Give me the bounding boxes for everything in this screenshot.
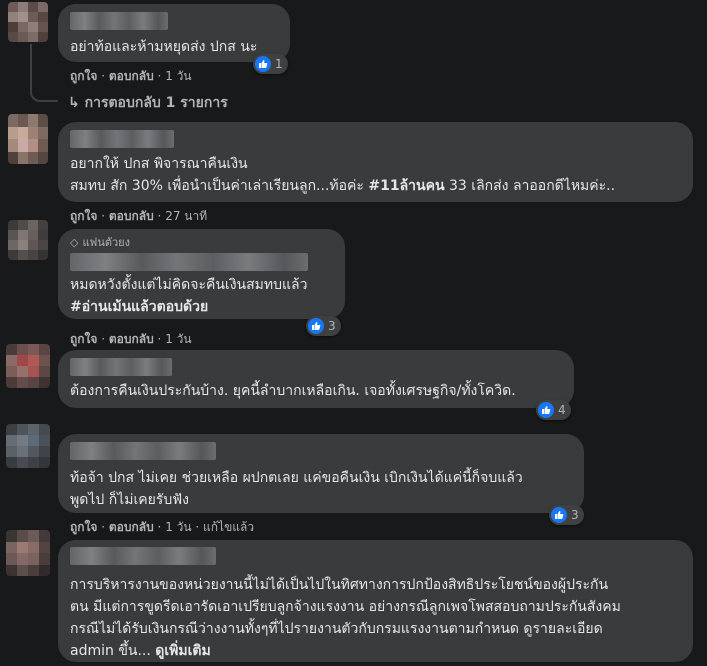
see-more-link[interactable]: ดูเพิ่มเติม (155, 643, 210, 659)
reaction-count[interactable]: 3 (549, 505, 584, 525)
comment-bubble: ท้อจ้า ปกส ไม่เคย ช่วยเหลือ ผปกตเลย แค่ข… (58, 434, 584, 513)
reaction-count[interactable]: 1 (253, 54, 288, 74)
reaction-count[interactable]: 4 (536, 400, 571, 420)
timestamp[interactable]: 27 นาที (165, 209, 207, 223)
like-button[interactable]: ถูกใจ (70, 332, 97, 346)
comment-text: ท้อจ้า ปกส ไม่เคย ช่วยเหลือ ผปกตเลย แค่ข… (70, 470, 523, 486)
comment-bubble: อย่าท้อและห้ามหยุดส่ง ปกส นะ (58, 4, 290, 62)
like-button[interactable]: ถูกใจ (70, 520, 97, 534)
edited-label[interactable]: แก้ไขแล้ว (203, 520, 254, 534)
comment-bubble: อยากให้ ปกส พิจารณาคืนเงิน สมทบ สัก 30% … (58, 122, 693, 202)
avatar[interactable] (8, 114, 48, 164)
comment-text: หมดหวังตั้งแต่ไม่คิดจะคืนเงินสมทบแล้ว (70, 277, 308, 293)
comment-text: การบริหารงานของหน่วยงานนี้ไม่ได้เป็นไปใน… (70, 577, 609, 593)
author-name[interactable] (70, 547, 216, 565)
top-fan-badge[interactable]: ◇ แฟนตัวยง (70, 235, 333, 250)
avatar[interactable] (6, 344, 50, 388)
like-icon (551, 507, 567, 523)
reaction-count[interactable]: 3 (306, 316, 341, 336)
view-replies-link[interactable]: ↳ การตอบกลับ 1 รายการ (68, 92, 228, 114)
reply-arrow-icon: ↳ (68, 95, 80, 111)
comment-bubble: ◇ แฟนตัวยง หมดหวังตั้งแต่ไม่คิดจะคืนเงิน… (58, 229, 345, 319)
comment-actions: ถูกใจ · ตอบกลับ · 1 วัน (70, 69, 192, 83)
like-icon (308, 318, 324, 334)
reply-button[interactable]: ตอบกลับ (109, 209, 154, 223)
like-button[interactable]: ถูกใจ (70, 209, 97, 223)
comment-text-line: admin ขึ้น... ดูเพิ่มเติม (70, 643, 211, 659)
avatar[interactable] (6, 424, 50, 468)
timestamp[interactable]: 1 วัน (165, 69, 191, 83)
hashtag-link[interactable]: #11ล้านคน (368, 178, 444, 194)
reply-button[interactable]: ตอบกลับ (109, 520, 154, 534)
timestamp[interactable]: 1 วัน (165, 520, 191, 534)
like-icon (255, 56, 271, 72)
comment-text-line: ตน มีแต่การขูดรีดเอารัดเอาเปรียบลูกจ้างแ… (70, 599, 621, 615)
comment-text-line: พูดไป ก็ไม่เคยรับฟัง (70, 492, 189, 508)
avatar[interactable] (6, 530, 50, 576)
reply-button[interactable]: ตอบกลับ (109, 332, 154, 346)
like-button[interactable]: ถูกใจ (70, 69, 97, 83)
reply-button[interactable]: ตอบกลับ (109, 69, 154, 83)
comment-text-line: สมทบ สัก 30% เพื่อนำเป็นค่าเล่าเรียนลูก.… (70, 178, 616, 194)
comment-text: อย่าท้อและห้ามหยุดส่ง ปกส นะ (70, 39, 258, 55)
timestamp[interactable]: 1 วัน (165, 332, 191, 346)
comment-text: ต้องการคืนเงินประกันบ้าง. ยุคนี้ลำบากเหล… (70, 383, 516, 399)
hashtag-link[interactable]: #อ่านเม้นแล้วตอบด้วย (70, 296, 333, 318)
comment-actions: ถูกใจ · ตอบกลับ · 1 วัน (70, 332, 192, 346)
comment-actions: ถูกใจ · ตอบกลับ · 27 นาที (70, 209, 208, 223)
comment-bubble: การบริหารงานของหน่วยงานนี้ไม่ได้เป็นไปใน… (58, 540, 693, 662)
comment-actions: ถูกใจ · ตอบกลับ · 1 วัน · แก้ไขแล้ว (70, 520, 255, 534)
author-name[interactable] (70, 442, 216, 460)
author-name[interactable] (70, 12, 168, 30)
author-name[interactable] (70, 130, 174, 148)
comment-bubble: ต้องการคืนเงินประกันบ้าง. ยุคนี้ลำบากเหล… (58, 350, 574, 408)
avatar[interactable] (8, 2, 48, 42)
author-name[interactable] (70, 253, 308, 271)
comment-text: อยากให้ ปกส พิจารณาคืนเงิน (70, 156, 248, 172)
thread-line (30, 44, 58, 102)
comment-text-line: กรณีไม่ได้รับเงินกรณีว่างงานทั้งๆที่ไปรา… (70, 621, 603, 637)
like-icon (538, 402, 554, 418)
avatar[interactable] (8, 220, 48, 260)
diamond-icon: ◇ (70, 235, 79, 249)
author-name[interactable] (70, 358, 172, 376)
